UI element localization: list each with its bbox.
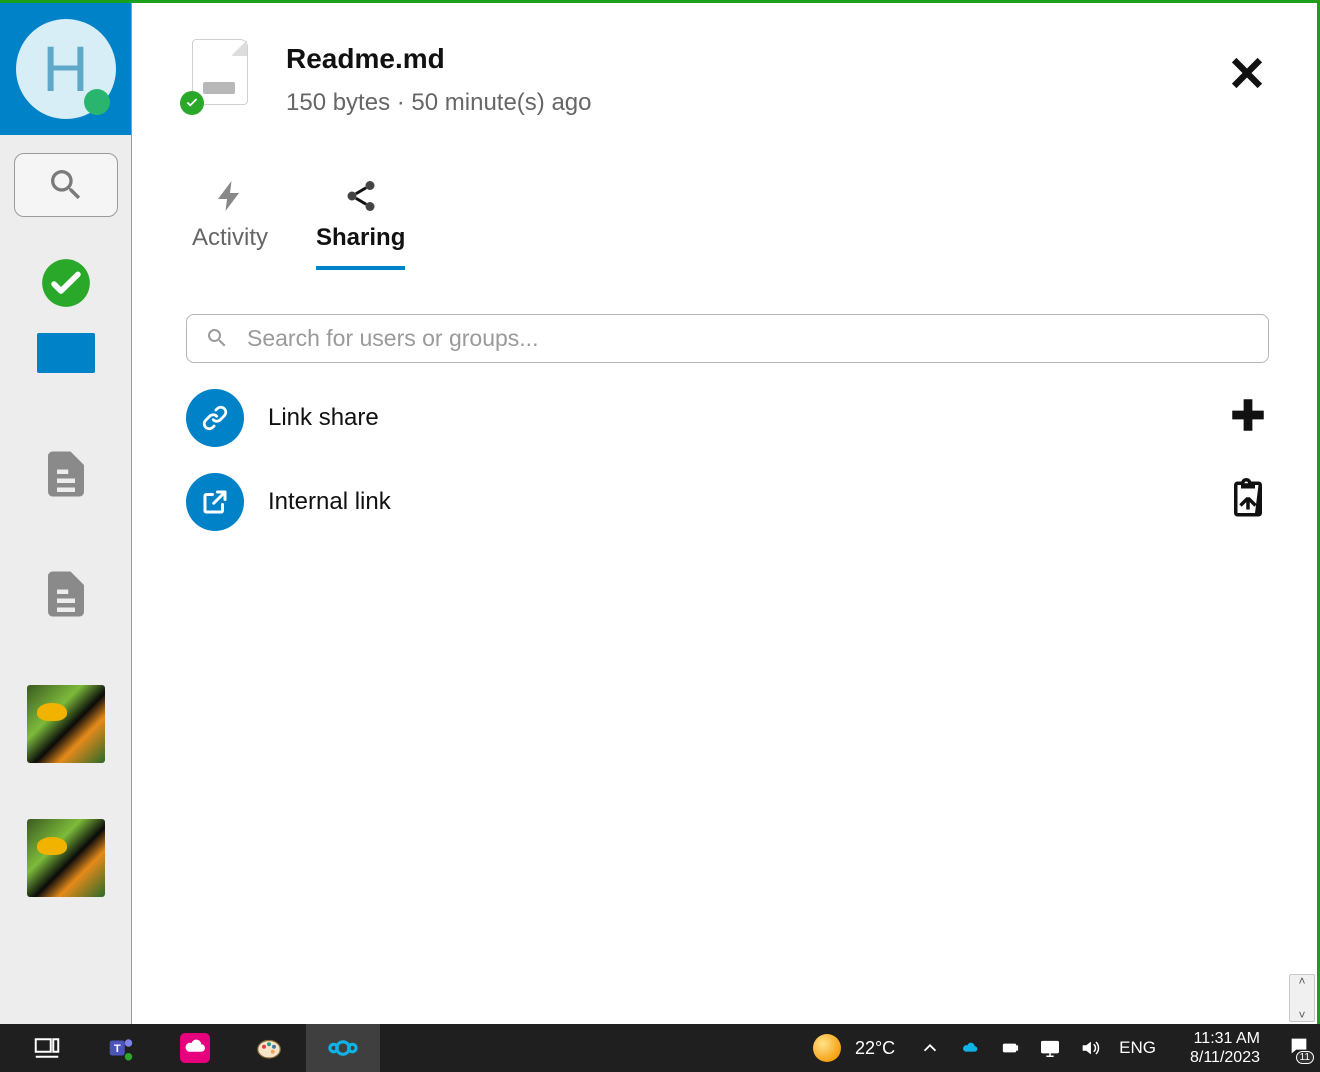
notification-count: 11 — [1296, 1051, 1314, 1064]
external-link-icon — [186, 473, 244, 531]
sidebar-selected-item[interactable] — [37, 333, 95, 373]
sidebar: H — [0, 3, 132, 1024]
paint-icon — [254, 1033, 284, 1063]
clock-date: 8/11/2023 — [1190, 1048, 1260, 1067]
tray-chevron-up-icon[interactable] — [919, 1037, 941, 1059]
sidebar-image-thumb-1[interactable] — [27, 685, 105, 763]
app-window: H Readme.md — [0, 0, 1320, 1024]
cloud-app-icon — [180, 1033, 210, 1063]
lightning-icon — [212, 178, 248, 214]
sun-icon — [813, 1034, 841, 1062]
svg-text:T: T — [114, 1043, 121, 1055]
synced-badge-icon — [180, 91, 204, 115]
account-avatar[interactable]: H — [0, 3, 131, 135]
search-icon — [46, 165, 86, 205]
share-search-input[interactable] — [247, 325, 1250, 352]
system-tray: ENG 11:31 AM 8/11/2023 11 — [919, 1029, 1310, 1067]
task-view-button[interactable] — [10, 1024, 84, 1072]
document-icon — [39, 563, 93, 625]
tab-activity-label: Activity — [192, 224, 268, 252]
tab-bar: Activity Sharing — [186, 178, 1269, 270]
search-icon — [205, 326, 229, 350]
details-panel: Readme.md 150 bytes · 50 minute(s) ago A… — [132, 3, 1317, 1024]
plus-icon — [1227, 394, 1269, 436]
taskbar-app-paint[interactable] — [232, 1024, 306, 1072]
close-icon — [1225, 51, 1269, 95]
copy-internal-link-button[interactable] — [1227, 478, 1269, 525]
share-search-field[interactable] — [186, 314, 1269, 363]
file-meta: 150 bytes · 50 minute(s) ago — [286, 86, 1269, 120]
scroll-down-icon[interactable]: ˅ — [1298, 1009, 1305, 1021]
link-icon — [186, 389, 244, 447]
taskbar-app-teams[interactable]: T — [84, 1024, 158, 1072]
avatar-initial: H — [42, 32, 88, 106]
file-type-icon — [186, 39, 258, 111]
link-share-row: Link share — [186, 389, 1269, 447]
internal-link-label: Internal link — [268, 488, 1203, 516]
tab-sharing-label: Sharing — [316, 224, 405, 252]
power-tray-icon[interactable] — [999, 1037, 1021, 1059]
tab-activity[interactable]: Activity — [192, 178, 268, 270]
clipboard-icon — [1227, 478, 1269, 520]
task-view-icon — [32, 1033, 62, 1063]
sync-all-ok-icon[interactable] — [0, 257, 131, 309]
display-tray-icon[interactable] — [1039, 1037, 1061, 1059]
teams-icon: T — [106, 1033, 136, 1063]
sidebar-search-button[interactable] — [14, 153, 118, 217]
sidebar-image-thumb-2[interactable] — [27, 819, 105, 897]
internal-link-row: Internal link — [186, 473, 1269, 531]
file-header: Readme.md 150 bytes · 50 minute(s) ago — [186, 39, 1269, 120]
share-icon — [343, 178, 379, 214]
taskbar-clock[interactable]: 11:31 AM 8/11/2023 — [1190, 1029, 1260, 1067]
scrollbar-buttons[interactable]: ˄ ˅ — [1289, 974, 1315, 1022]
taskbar-weather[interactable]: 22°C — [813, 1034, 895, 1062]
scroll-up-icon[interactable]: ˄ — [1298, 975, 1305, 987]
speaker-tray-icon[interactable] — [1079, 1037, 1101, 1059]
link-share-label: Link share — [268, 404, 1203, 432]
file-name: Readme.md — [286, 39, 1269, 78]
language-indicator[interactable]: ENG — [1119, 1038, 1156, 1058]
temperature-label: 22°C — [855, 1038, 895, 1059]
nextcloud-icon — [328, 1033, 358, 1063]
sidebar-file-item-2[interactable] — [0, 563, 131, 625]
close-button[interactable] — [1225, 51, 1269, 100]
onedrive-tray-icon[interactable] — [959, 1037, 981, 1059]
sidebar-file-item-1[interactable] — [0, 443, 131, 505]
document-icon — [39, 443, 93, 505]
action-center-button[interactable]: 11 — [1288, 1035, 1310, 1062]
windows-taskbar: T 22°C ENG 11:31 AM 8/11/2023 11 — [0, 1024, 1320, 1072]
clock-time: 11:31 AM — [1190, 1029, 1260, 1048]
add-link-share-button[interactable] — [1227, 394, 1269, 441]
status-online-dot — [84, 89, 110, 115]
tab-sharing[interactable]: Sharing — [316, 178, 405, 270]
taskbar-app-nextcloud[interactable] — [306, 1024, 380, 1072]
taskbar-app-cloud[interactable] — [158, 1024, 232, 1072]
